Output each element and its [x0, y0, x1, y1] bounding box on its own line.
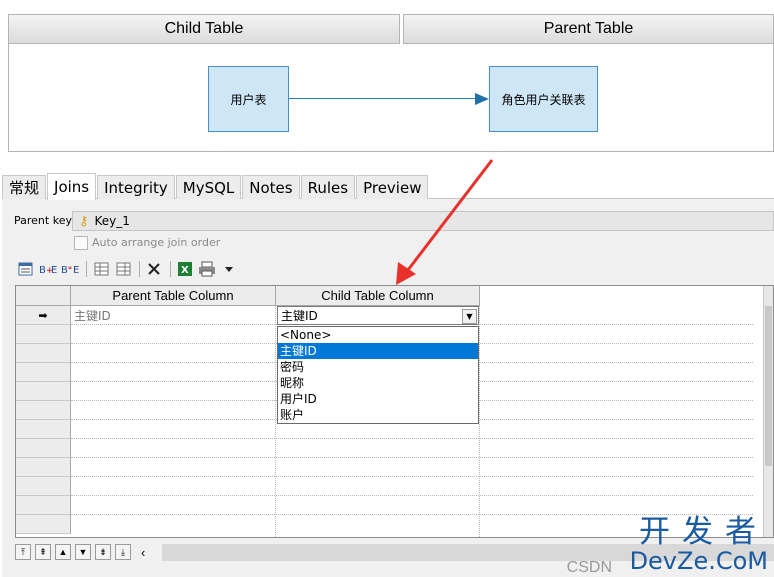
parent-key-label: Parent key:	[14, 214, 75, 227]
svg-text:B: B	[61, 265, 68, 276]
parent-key-value: Key_1	[94, 214, 130, 228]
row-divider	[71, 476, 753, 477]
svg-text:E: E	[51, 265, 57, 276]
svg-text:E: E	[73, 265, 79, 276]
row-header[interactable]	[16, 439, 71, 458]
svg-text:*: *	[68, 265, 72, 274]
insert-row-icon[interactable]	[91, 259, 111, 279]
move-top-icon[interactable]: ⤒	[15, 544, 31, 560]
scroll-left-icon[interactable]: ‹	[141, 545, 145, 560]
delete-icon[interactable]	[144, 259, 164, 279]
properties-icon[interactable]	[16, 259, 36, 279]
page-down-icon[interactable]: ⇟	[95, 544, 111, 560]
parent-column-header[interactable]: Parent Table Column	[71, 286, 276, 306]
row-header[interactable]	[16, 382, 71, 401]
child-column-value: 主键ID	[281, 309, 318, 323]
vertical-scrollbar[interactable]	[763, 286, 773, 537]
row-header[interactable]	[16, 325, 71, 344]
toolbar-separator	[170, 261, 171, 277]
move-bottom-icon[interactable]: ⤓	[115, 544, 131, 560]
grid-navigation-bar: ⤒ ⇞ ▲ ▼ ⇟ ⤓ ‹	[15, 541, 151, 563]
row-header[interactable]	[16, 401, 71, 420]
svg-text:X: X	[181, 265, 189, 276]
toolbar-separator	[86, 261, 87, 277]
reference-diagram: 用户表 角色用户关联表	[8, 44, 774, 152]
tab-rules[interactable]: Rules	[300, 175, 356, 199]
dropdown-option[interactable]: 用户ID	[278, 391, 478, 407]
tab-notes[interactable]: Notes	[242, 175, 300, 199]
joins-grid: Parent Table Column Child Table Column ➡…	[15, 285, 774, 538]
joins-toolbar: B + E B * E X	[16, 258, 241, 280]
tab-general[interactable]: 常规	[2, 175, 47, 199]
row-divider	[71, 457, 753, 458]
page-up-icon[interactable]: ⇞	[35, 544, 51, 560]
auto-arrange-label: Auto arrange join order	[92, 236, 221, 249]
tab-integrity[interactable]: Integrity	[97, 175, 175, 199]
row-header[interactable]	[16, 515, 71, 534]
parent-entity-box[interactable]: 角色用户关联表	[489, 66, 598, 132]
child-column-dropdown-list[interactable]: <None> 主键ID 密码 昵称 用户ID 账户	[277, 326, 479, 424]
parent-key-select[interactable]: ⚷ Key_1	[72, 211, 774, 231]
child-column-header[interactable]: Child Table Column	[276, 286, 480, 306]
watermark-en: DevZe.CoM	[629, 547, 768, 575]
column-divider	[275, 306, 276, 537]
reuse-columns-icon[interactable]: B * E	[60, 259, 80, 279]
scroll-thumb[interactable]	[765, 306, 772, 466]
add-join-icon[interactable]: B + E	[38, 259, 58, 279]
print-icon[interactable]	[197, 259, 217, 279]
chevron-down-icon[interactable]: ▼	[462, 309, 477, 324]
column-divider	[479, 306, 480, 537]
child-entity-box[interactable]: 用户表	[208, 66, 289, 132]
auto-arrange-checkbox[interactable]	[74, 236, 88, 250]
excel-export-icon[interactable]: X	[175, 259, 195, 279]
key-icon: ⚷	[79, 213, 89, 229]
row-header[interactable]	[16, 363, 71, 382]
move-up-icon[interactable]: ▲	[55, 544, 71, 560]
row-divider	[71, 438, 753, 439]
add-row-icon[interactable]	[113, 259, 133, 279]
row-header[interactable]	[16, 420, 71, 439]
tab-mysql[interactable]: MySQL	[175, 175, 242, 199]
row-header[interactable]: ➡	[16, 306, 71, 325]
dropdown-option-selected[interactable]: 主键ID	[278, 343, 478, 359]
tab-bar: 常规 Joins Integrity MySQL Notes Rules Pre…	[2, 173, 429, 200]
svg-text:B: B	[39, 265, 46, 276]
tab-joins[interactable]: Joins	[47, 173, 97, 200]
current-row-arrow-icon: ➡	[38, 309, 48, 322]
grid-corner-header	[16, 286, 71, 306]
reference-line	[289, 98, 483, 99]
move-down-icon[interactable]: ▼	[75, 544, 91, 560]
dropdown-option[interactable]: <None>	[278, 327, 478, 343]
reference-arrowhead	[475, 93, 489, 105]
row-divider	[71, 495, 753, 496]
watermark: 开发者 DevZe.CoM CSDN	[567, 506, 768, 576]
dropdown-option[interactable]: 密码	[278, 359, 478, 375]
parent-column-cell[interactable]: 主键ID	[74, 306, 274, 325]
row-header[interactable]	[16, 496, 71, 515]
child-table-header: Child Table	[8, 14, 400, 44]
dropdown-option[interactable]: 昵称	[278, 375, 478, 391]
row-header[interactable]	[16, 344, 71, 363]
dropdown-option[interactable]: 账户	[278, 407, 478, 423]
watermark-cn: 开发者	[639, 514, 768, 550]
row-header[interactable]	[16, 477, 71, 496]
toolbar-separator	[139, 261, 140, 277]
tab-preview[interactable]: Preview	[356, 175, 429, 199]
child-column-combobox[interactable]: 主键ID ▼	[277, 306, 479, 325]
watermark-site: CSDN	[566, 559, 612, 576]
chevron-down-icon[interactable]	[219, 259, 239, 279]
row-header[interactable]	[16, 458, 71, 477]
parent-table-header: Parent Table	[403, 14, 774, 44]
